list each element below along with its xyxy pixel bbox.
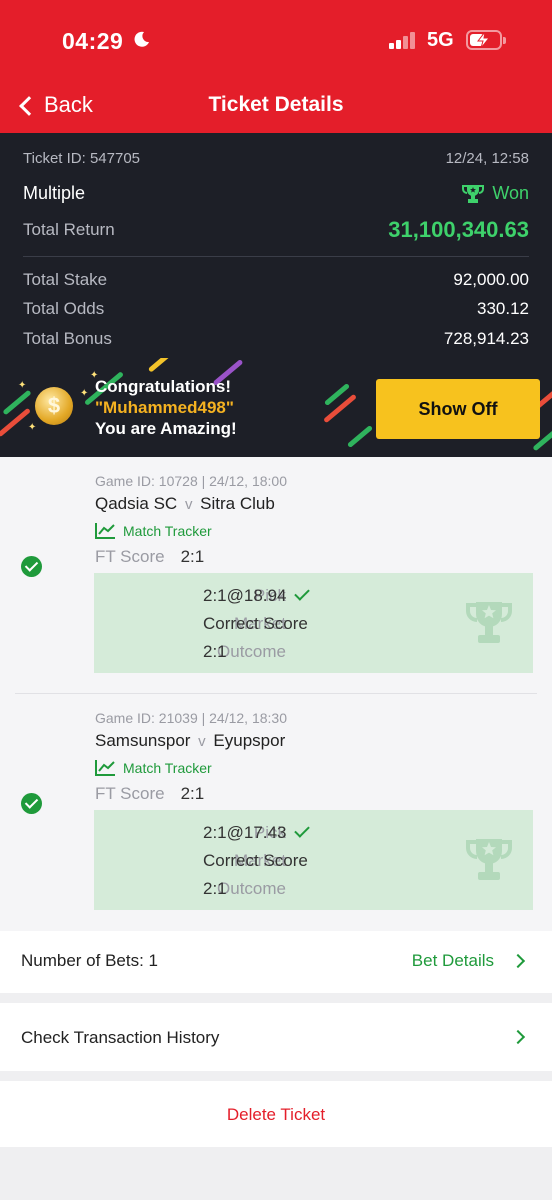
outcome-label: Outcome: [217, 879, 286, 898]
outcome-value: 2:1: [203, 879, 227, 898]
ft-score: FT Score 2:1: [95, 784, 204, 804]
status-label: Won: [492, 183, 529, 203]
versus-label: v: [184, 496, 193, 513]
total-bonus-value: 728,914.23: [443, 329, 529, 348]
game-id: Game ID: 10728 | 24/12, 18:00: [95, 473, 287, 489]
check-circle-icon: [21, 793, 42, 814]
match-teams: Qadsia SC v Sitra Club: [95, 494, 275, 514]
chart-icon: [95, 523, 115, 539]
versus-label: v: [198, 733, 206, 750]
status-badge: Won: [462, 183, 529, 204]
market-value: Correct Score: [203, 851, 308, 870]
summary-divider: [23, 256, 529, 257]
check-circle-icon: [21, 556, 42, 577]
ft-score-value: 2:1: [180, 547, 205, 566]
sparkle-icon: ✦: [28, 422, 37, 433]
ticket-id: Ticket ID: 547705: [23, 150, 141, 167]
chevron-right-icon: [510, 1029, 526, 1045]
transaction-history-row[interactable]: Check Transaction History: [0, 1003, 552, 1071]
away-team: Sitra Club: [200, 494, 275, 513]
game-id: Game ID: 21039 | 24/12, 18:30: [95, 710, 287, 726]
pick-details: Pick 2:1@17.43 Market Correct Score Outc…: [94, 810, 533, 910]
confetti-streak: [147, 358, 181, 373]
chevron-right-icon[interactable]: [510, 953, 526, 969]
outcome-label: Outcome: [217, 642, 286, 661]
match-tracker-label: Match Tracker: [123, 523, 212, 539]
match-teams: Samsunspor v Eyupspor: [95, 731, 285, 751]
selection-item: Game ID: 10728 | 24/12, 18:00 Qadsia SC …: [0, 457, 552, 694]
moon-icon: [133, 30, 149, 47]
coin-icon: $: [35, 387, 73, 425]
sparkle-icon: ✦: [80, 388, 89, 399]
trophy-watermark-icon: [466, 602, 512, 643]
total-stake-value: 92,000.00: [453, 270, 529, 289]
match-tracker-link[interactable]: Match Tracker: [95, 523, 212, 539]
pick-details: Pick 2:1@18.94 Market Correct Score Outc…: [94, 573, 533, 673]
checkmark-icon: [294, 822, 311, 838]
bet-details-link[interactable]: Bet Details: [412, 951, 494, 971]
number-of-bets-row: Number of Bets: 1 Bet Details: [0, 931, 552, 993]
total-bonus-label: Total Bonus: [23, 329, 112, 348]
ticket-details-screen: 04:29 5G Back Ticket Details Ticket ID: …: [0, 0, 552, 1200]
ft-score-label: FT Score: [95, 547, 165, 566]
congrats-line: Congratulations!: [95, 377, 231, 396]
congrats-text: Congratulations! "Muhammed498" You are A…: [95, 376, 237, 439]
total-return-label: Total Return: [23, 220, 115, 239]
total-odds-value: 330.12: [477, 299, 529, 318]
home-team: Qadsia SC: [95, 494, 178, 513]
away-team: Eyupspor: [213, 731, 286, 750]
ticket-datetime: 12/24, 12:58: [445, 150, 529, 167]
header-bar: 04:29 5G Back Ticket Details: [0, 0, 552, 133]
page-title: Ticket Details: [208, 93, 344, 116]
checkmark-icon: [294, 585, 311, 601]
trophy-watermark-icon: [466, 839, 512, 880]
number-of-bets-label: Number of Bets: 1: [21, 951, 159, 970]
trophy-icon: [462, 184, 485, 204]
match-tracker-link[interactable]: Match Tracker: [95, 760, 212, 776]
ft-score: FT Score 2:1: [95, 547, 204, 567]
battery-charging-icon: [466, 30, 506, 50]
total-return-value: 31,100,340.63: [388, 217, 529, 242]
bet-type: Multiple: [23, 183, 86, 203]
congrats-line: You are Amazing!: [95, 419, 237, 438]
selection-item: Game ID: 21039 | 24/12, 18:30 Samsunspor…: [0, 694, 552, 931]
ticket-summary: Ticket ID: 547705 12/24, 12:58 Multiple …: [0, 133, 552, 457]
congrats-banner: ✦ ✦ ✦ ✦ $ Congratulations! "Muhammed498"…: [0, 358, 552, 457]
ft-score-value: 2:1: [180, 784, 205, 803]
congrats-username: "Muhammed498": [95, 398, 234, 417]
pick-value: 2:1@18.94: [203, 585, 311, 606]
pick-odds: 2:1@17.43: [203, 823, 287, 842]
sparkle-icon: ✦: [18, 380, 27, 391]
pick-value: 2:1@17.43: [203, 822, 311, 843]
signal-icon: [389, 31, 417, 49]
match-tracker-label: Match Tracker: [123, 760, 212, 776]
delete-ticket-button[interactable]: Delete Ticket: [0, 1105, 552, 1125]
total-odds-label: Total Odds: [23, 299, 105, 318]
total-stake-label: Total Stake: [23, 270, 108, 289]
transaction-history-label: Check Transaction History: [21, 1028, 220, 1047]
pick-odds: 2:1@18.94: [203, 586, 287, 605]
show-off-button[interactable]: Show Off: [376, 379, 540, 439]
chart-icon: [95, 760, 115, 776]
confetti-streak: [346, 424, 374, 449]
network-type: 5G: [427, 29, 454, 51]
selections-list: Game ID: 10728 | 24/12, 18:00 Qadsia SC …: [0, 457, 552, 931]
ft-score-label: FT Score: [95, 784, 165, 803]
outcome-value: 2:1: [203, 642, 227, 661]
home-team: Samsunspor: [95, 731, 191, 750]
delete-ticket-row: Delete Ticket: [0, 1081, 552, 1147]
market-value: Correct Score: [203, 614, 308, 633]
status-time: 04:29: [62, 28, 124, 54]
